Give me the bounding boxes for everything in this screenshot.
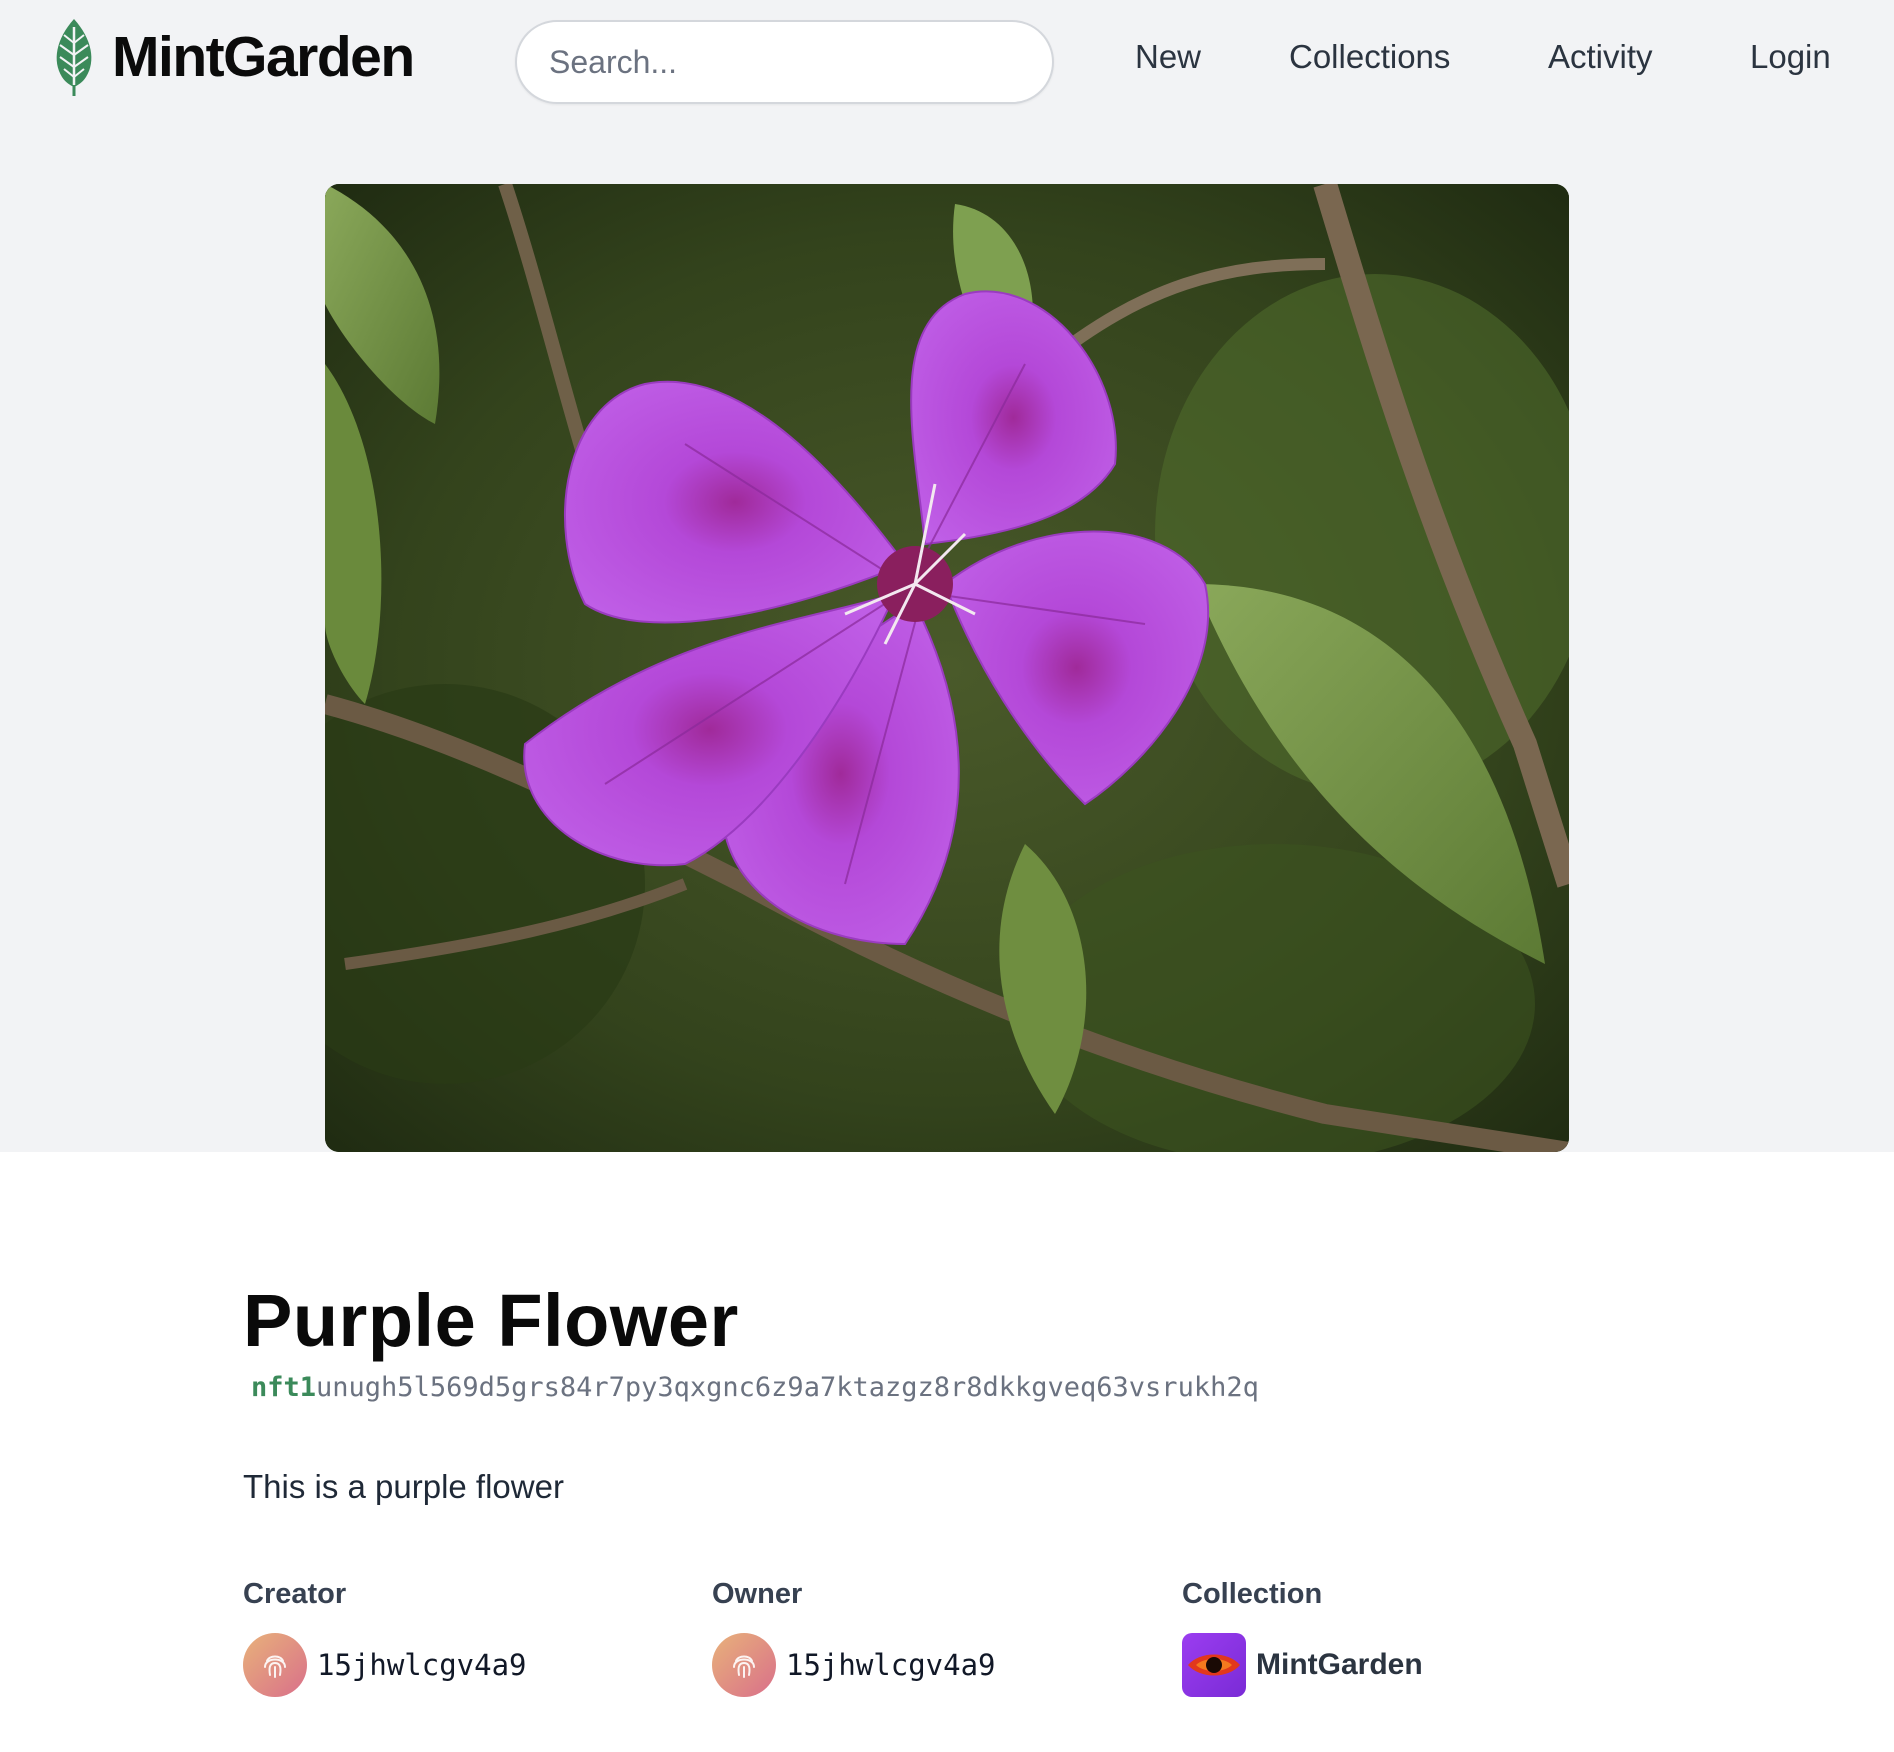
nft-title: Purple Flower [243, 1279, 739, 1362]
fingerprint-icon [243, 1633, 307, 1697]
collection-link[interactable]: MintGarden [1182, 1633, 1423, 1697]
owner-link[interactable]: 15jhwlcgv4a9 [712, 1633, 996, 1697]
creator-link[interactable]: 15jhwlcgv4a9 [243, 1633, 527, 1697]
collection-name: MintGarden [1256, 1648, 1423, 1681]
eye-icon [1182, 1633, 1246, 1697]
nft-id-rest: unugh5l569d5grs84r7py3qxgnc6z9a7ktazgz8r… [316, 1372, 1259, 1403]
fingerprint-icon [712, 1633, 776, 1697]
nft-id[interactable]: nft1unugh5l569d5grs84r7py3qxgnc6z9a7ktaz… [251, 1372, 1259, 1403]
search-input[interactable] [515, 20, 1054, 104]
nav-new[interactable]: New [1135, 38, 1201, 76]
nav-login[interactable]: Login [1750, 38, 1831, 76]
nft-id-prefix: nft1 [251, 1372, 317, 1403]
creator-address: 15jhwlcgv4a9 [317, 1648, 527, 1682]
leaf-logo-icon [56, 19, 92, 96]
flower-photo [325, 184, 1569, 1152]
collection-section: Collection MintGarden [1182, 1578, 1423, 1697]
nft-description: This is a purple flower [243, 1468, 564, 1505]
site-header: MintGarden New Collections Activity Logi… [0, 0, 1894, 124]
nav-collections[interactable]: Collections [1289, 38, 1450, 76]
owner-label: Owner [712, 1578, 803, 1610]
owner-address: 15jhwlcgv4a9 [786, 1648, 996, 1682]
owner-section: Owner 15jhwlcgv4a9 [712, 1578, 996, 1697]
nft-image[interactable] [325, 184, 1569, 1152]
logo-text: MintGarden [112, 25, 415, 89]
creator-section: Creator 15jhwlcgv4a9 [243, 1578, 527, 1697]
logo-link[interactable]: MintGarden [50, 16, 415, 98]
creator-label: Creator [243, 1578, 347, 1610]
nav-activity[interactable]: Activity [1548, 38, 1653, 76]
collection-label: Collection [1182, 1578, 1323, 1610]
